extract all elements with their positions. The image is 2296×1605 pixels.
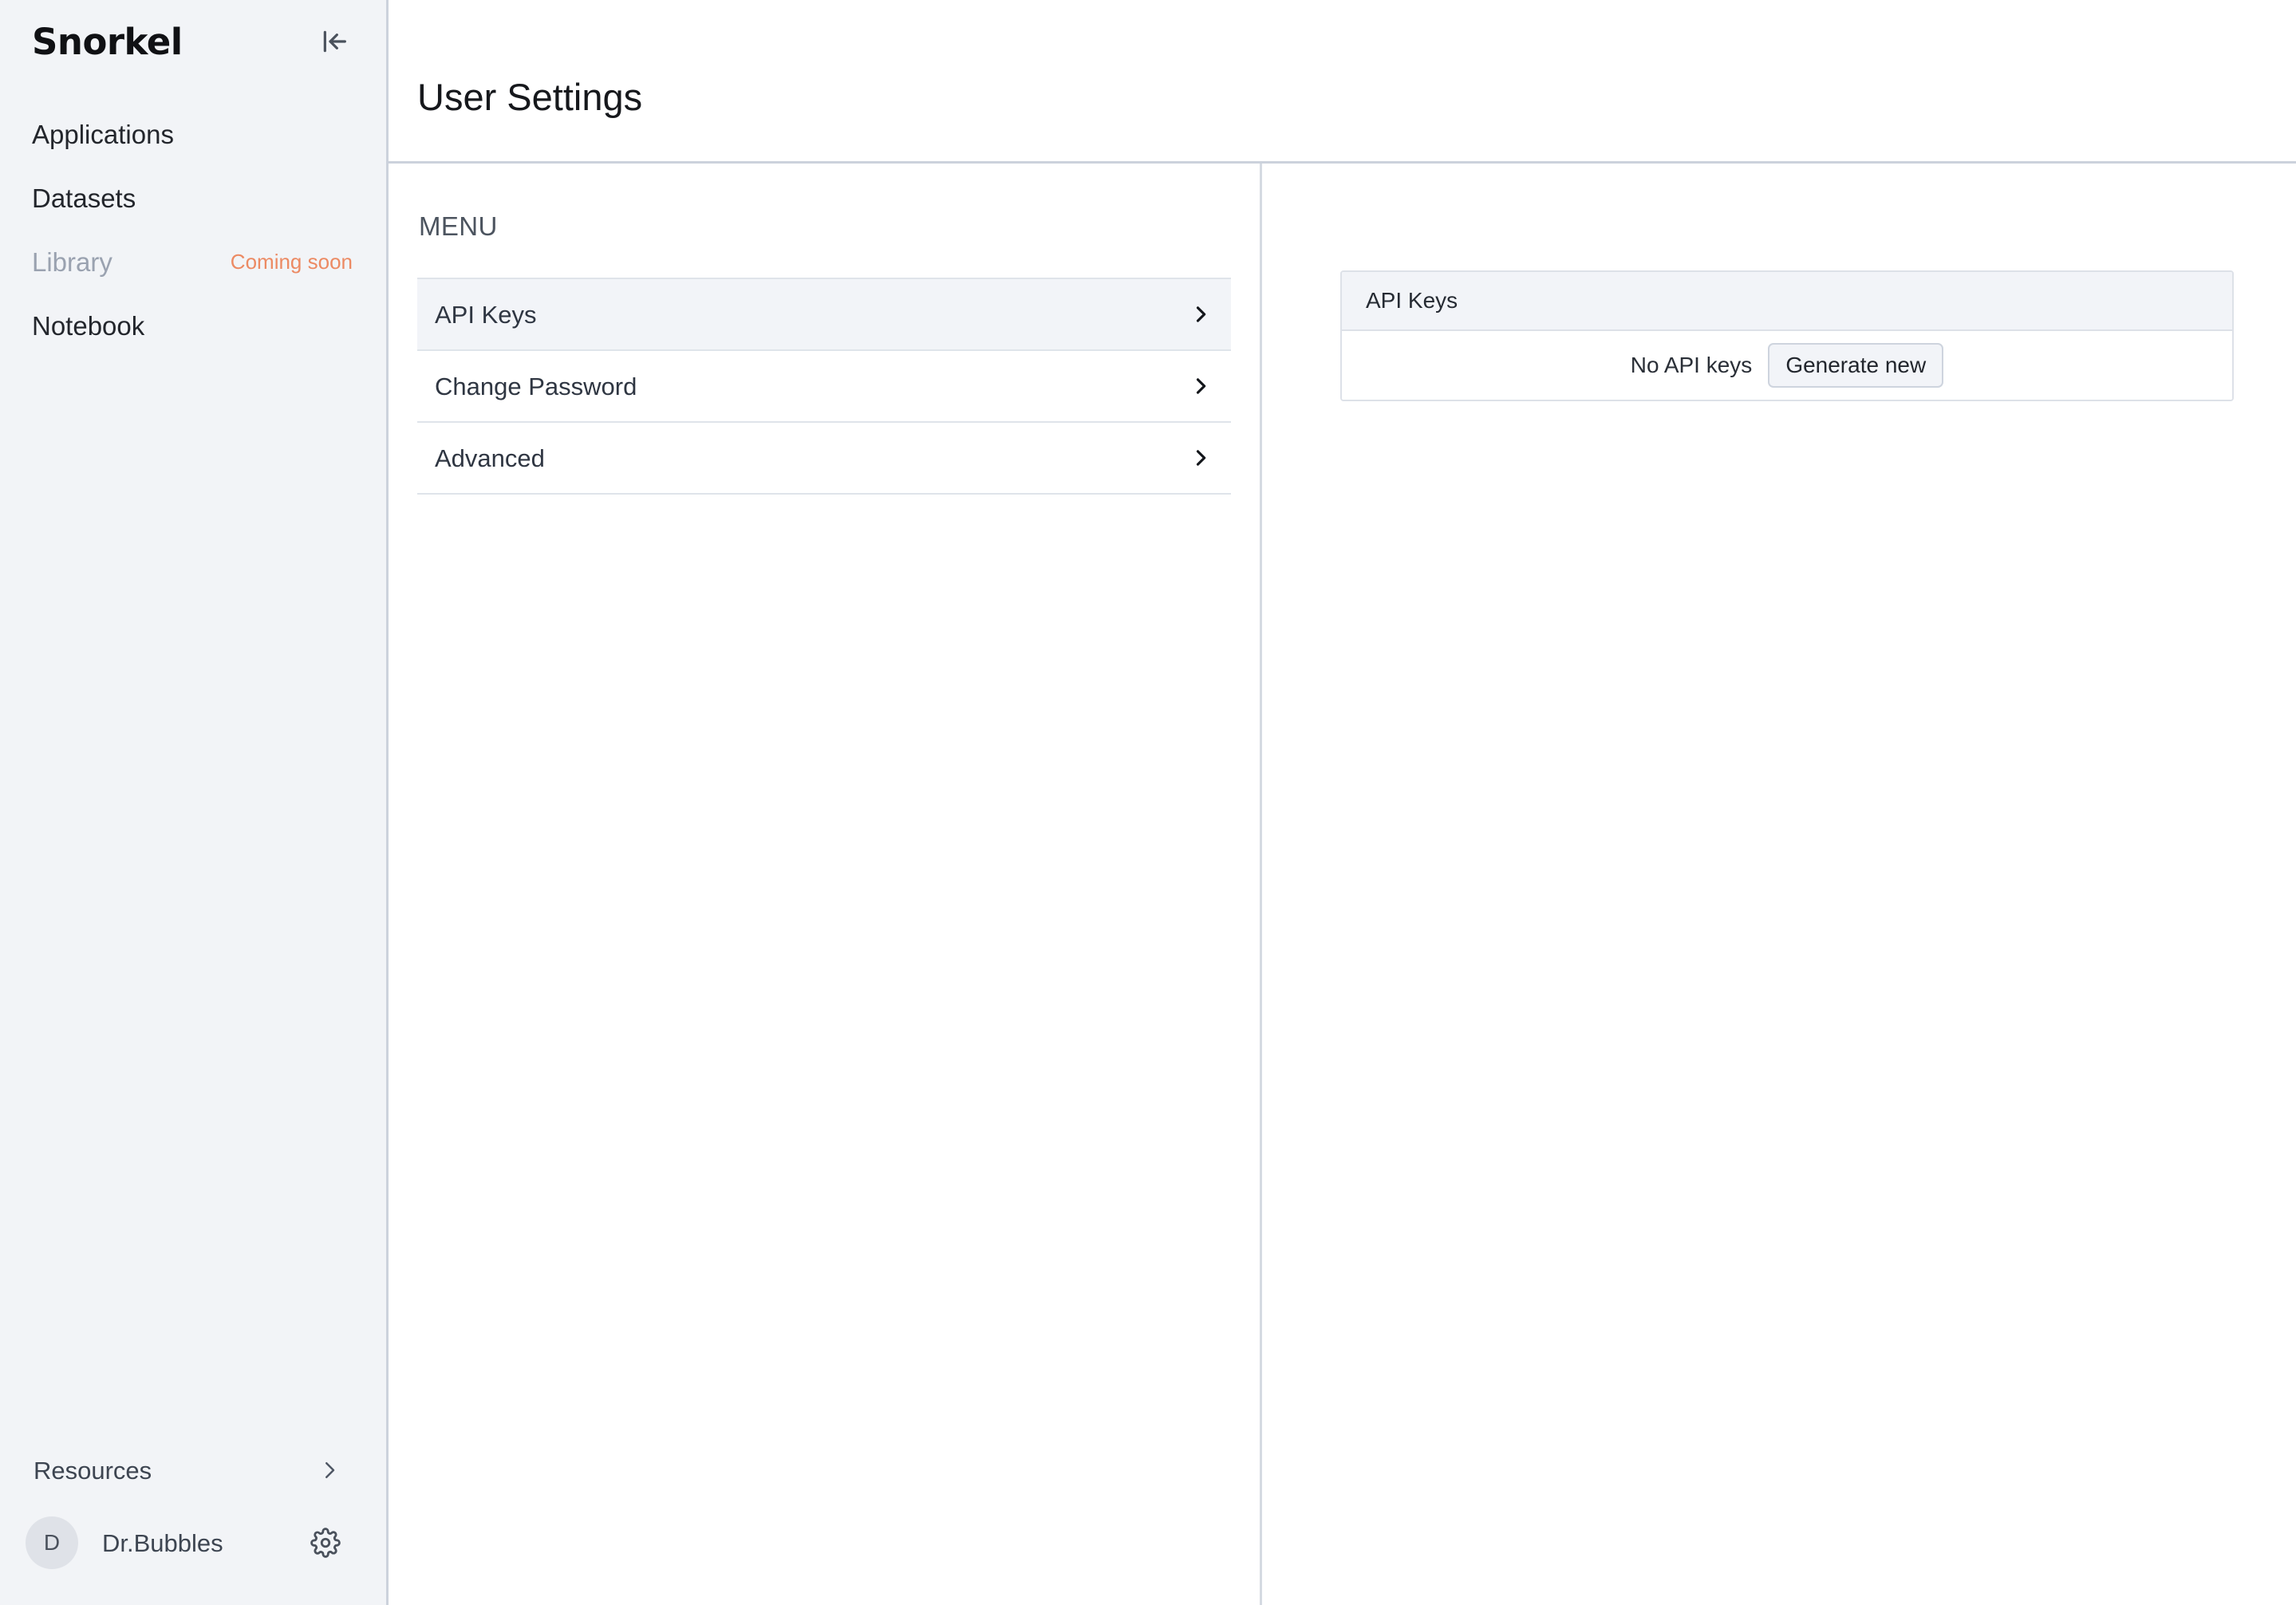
page-header: User Settings [389,0,2296,164]
sidebar-footer: Resources D Dr.Bubbles [0,1436,386,1605]
generate-new-api-key-button[interactable]: Generate new [1768,343,1944,388]
sidebar-item-label: Notebook [32,310,145,341]
sidebar-nav: Applications Datasets Library Coming soo… [0,83,386,357]
resources-label: Resources [34,1456,152,1485]
settings-menu-panel: MENU API Keys Change Password Advanced [389,164,1262,1605]
menu-heading: MENU [419,211,498,241]
menu-item-label: Advanced [435,444,545,472]
sidebar-item-resources[interactable]: Resources [0,1436,386,1504]
menu-item-label: API Keys [435,300,537,329]
chevron-right-icon [1189,375,1212,397]
settings-menu-list: API Keys Change Password Advanced [417,278,1231,495]
sidebar-item-label: Datasets [32,183,136,213]
menu-item-change-password[interactable]: Change Password [417,349,1231,421]
gear-icon [310,1528,341,1558]
api-keys-card-header: API Keys [1342,272,2232,331]
user-name: Dr.Bubbles [102,1528,223,1557]
sidebar-item-library: Library Coming soon [0,230,386,294]
page-title: User Settings [417,76,643,118]
chevron-right-icon [318,1458,341,1482]
chevron-right-icon [1189,303,1212,325]
user-profile-row[interactable]: D Dr.Bubbles [0,1504,386,1581]
menu-item-label: Change Password [435,372,637,400]
menu-item-api-keys[interactable]: API Keys [417,278,1231,349]
collapse-left-icon [318,26,350,57]
api-keys-card-body: No API keys Generate new [1342,331,2232,400]
settings-content-panel: API Keys No API keys Generate new [1262,164,2296,1605]
main-content: User Settings MENU API Keys Change Passw… [389,0,2296,1605]
sidebar-item-label: Library [32,246,112,277]
no-api-keys-text: No API keys [1630,353,1753,377]
sidebar-header: Snorkel [0,0,386,83]
app-root: Snorkel Applications Datasets Library Co… [0,0,2296,1605]
avatar: D [26,1516,78,1569]
sidebar-item-label: Applications [32,119,174,149]
sidebar-item-applications[interactable]: Applications [0,102,386,166]
menu-item-advanced[interactable]: Advanced [417,421,1231,493]
chevron-right-icon [1189,447,1212,469]
sidebar-item-datasets[interactable]: Datasets [0,166,386,230]
api-keys-card-title: API Keys [1366,288,1458,313]
sidebar-item-notebook[interactable]: Notebook [0,294,386,357]
page-body: MENU API Keys Change Password Advanced A… [389,164,2296,1605]
sidebar: Snorkel Applications Datasets Library Co… [0,0,389,1605]
api-keys-card: API Keys No API keys Generate new [1340,270,2234,401]
brand-logo: Snorkel [32,20,183,63]
user-settings-button[interactable] [306,1524,345,1562]
collapse-sidebar-button[interactable] [316,23,353,60]
coming-soon-badge: Coming soon [230,250,353,274]
